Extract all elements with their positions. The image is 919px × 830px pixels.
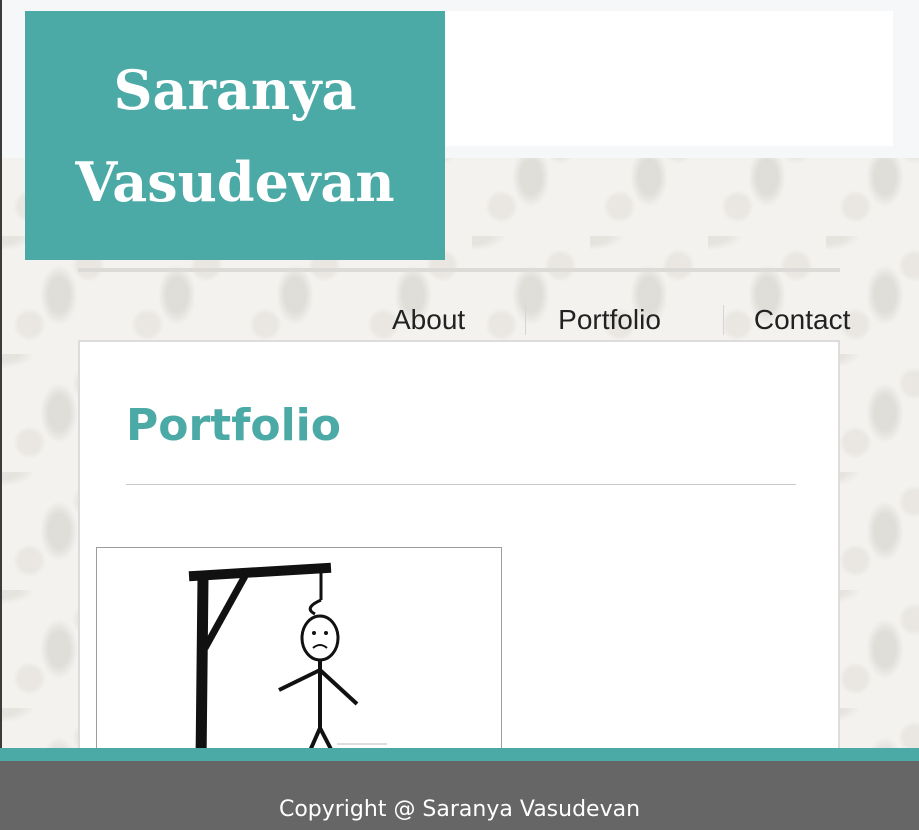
logo-last-name: Vasudevan bbox=[75, 149, 395, 214]
nav-about[interactable]: About bbox=[392, 304, 465, 336]
nav-contact[interactable]: Contact bbox=[754, 304, 851, 336]
content-panel: Portfolio bbox=[78, 340, 840, 764]
nav-divider bbox=[78, 268, 840, 272]
footer-accent-bar bbox=[0, 748, 919, 761]
copyright-text: Copyright @ Saranya Vasudevan bbox=[278, 797, 641, 822]
nav-portfolio[interactable]: Portfolio bbox=[558, 304, 661, 336]
header-panel bbox=[445, 11, 893, 146]
main-nav: About Portfolio Contact bbox=[365, 300, 885, 340]
title-divider bbox=[126, 484, 796, 485]
site-footer: Copyright @ Saranya Vasudevan bbox=[0, 761, 919, 830]
nav-separator bbox=[722, 305, 724, 335]
project-thumbnail[interactable] bbox=[96, 547, 502, 764]
hangman-icon bbox=[188, 562, 387, 763]
nav-separator bbox=[525, 305, 527, 335]
site-logo[interactable]: Saranya Vasudevan bbox=[25, 11, 445, 260]
logo-first-name: Saranya bbox=[113, 57, 357, 122]
page-title: Portfolio bbox=[126, 400, 341, 451]
